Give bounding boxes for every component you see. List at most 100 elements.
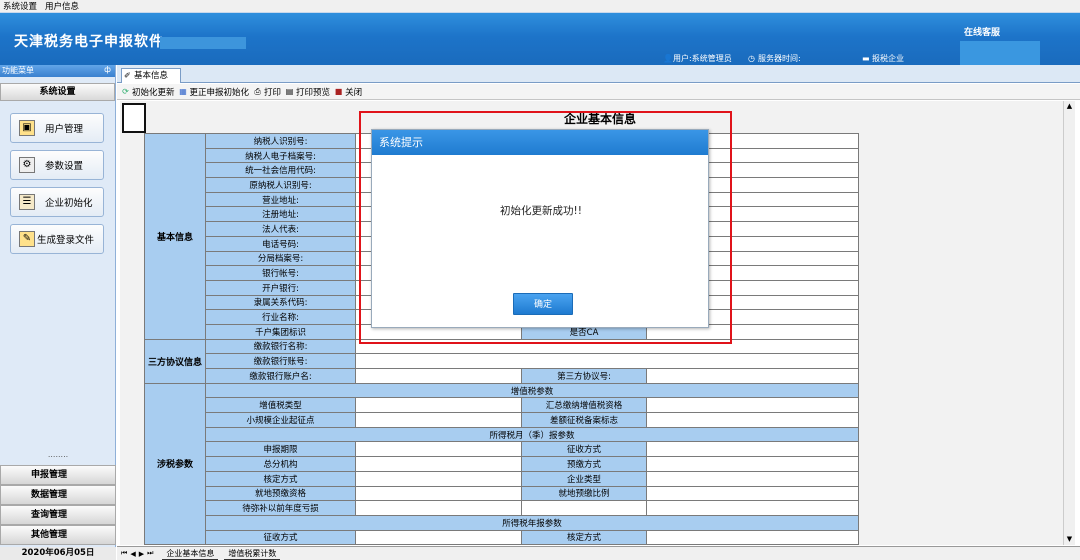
field-value[interactable] xyxy=(646,485,860,502)
sidebar-item-generate-login-file[interactable]: ✎ 生成登录文件 xyxy=(10,224,104,254)
field-value[interactable] xyxy=(355,397,523,414)
sidebar-item-label: 用户管理 xyxy=(45,124,84,135)
table-row: 涉税参数 增值税参数 xyxy=(143,382,860,545)
init-update-button[interactable]: ⟳ 初始化更新 xyxy=(121,86,174,98)
sidebar-item-enterprise-init[interactable]: ☰ 企业初始化 xyxy=(10,187,104,217)
next-sheet-icon[interactable]: ▶ xyxy=(139,550,144,558)
field-label: 核定方式 xyxy=(205,470,357,487)
wrench-icon: ⚙ xyxy=(19,157,35,173)
subsection-header: 所得税月（季）报参数 xyxy=(205,426,860,443)
print-preview-button[interactable]: ▤ 打印预览 xyxy=(285,86,330,98)
user-label: 用户:系统管理员 xyxy=(673,54,732,63)
field-value[interactable] xyxy=(646,456,860,472)
document-icon: ✎ xyxy=(19,231,35,247)
field-value[interactable] xyxy=(355,441,523,458)
field-label: 小规模企业起征点 xyxy=(205,412,357,428)
section-tax-params: 涉税参数 xyxy=(143,382,207,545)
field-label: 申报期限 xyxy=(205,441,357,458)
field-label: 差额征税备案标志 xyxy=(521,412,648,428)
preview-icon: ▤ xyxy=(285,87,294,96)
menu-system-settings[interactable]: 系统设置 xyxy=(3,0,37,12)
field-value[interactable] xyxy=(646,470,860,487)
field-label: 汇总缴纳增值税资格 xyxy=(521,397,648,414)
pin-icon[interactable]: ф xyxy=(104,65,111,77)
pencil-icon: ✐ xyxy=(124,71,131,80)
field-value[interactable] xyxy=(355,529,523,545)
table-row: 核定方式 企业类型 xyxy=(145,470,860,487)
refresh-icon: ⟳ xyxy=(122,87,129,96)
field-label: 银行帐号: xyxy=(205,265,357,281)
field-label: 征收方式 xyxy=(205,529,357,545)
field-value[interactable] xyxy=(355,456,523,472)
field-label: 待弥补以前年度亏损 xyxy=(205,500,357,516)
table-row: 申报期限 征收方式 xyxy=(145,441,860,458)
field-value[interactable] xyxy=(355,412,523,428)
sidebar-section-system[interactable]: 系统设置 xyxy=(0,83,115,101)
field-label: 就地预缴资格 xyxy=(205,485,357,502)
toolbar-label: 关闭 xyxy=(345,87,363,98)
field-label: 缴款银行名称: xyxy=(205,338,357,355)
subsection-header: 所得税年报参数 xyxy=(205,514,860,531)
ok-button[interactable]: 确定 xyxy=(513,293,573,315)
field-value[interactable] xyxy=(355,470,523,487)
section-basic-info: 基本信息 xyxy=(143,133,207,340)
field-value[interactable] xyxy=(355,368,523,384)
field-value[interactable] xyxy=(646,412,860,428)
correction-init-button[interactable]: ▦ 更正申报初始化 xyxy=(179,86,250,98)
close-button[interactable]: ■ 关闭 xyxy=(334,86,362,98)
printer-icon: ⎙ xyxy=(254,87,261,96)
sidebar-item-parameter-settings[interactable]: ⚙ 参数设置 xyxy=(10,150,104,180)
field-label: 注册地址: xyxy=(205,206,357,223)
field-value[interactable] xyxy=(646,500,860,516)
table-row: 征收方式 核定方式 xyxy=(145,529,860,545)
sidebar-section-other[interactable]: 其他管理 xyxy=(0,525,116,545)
table-row: 待弥补以前年度亏损 xyxy=(145,500,860,516)
sheet-corner[interactable] xyxy=(122,103,146,133)
field-value[interactable] xyxy=(355,500,523,516)
server-time: ◷ 服务器时间: xyxy=(748,53,801,64)
clipboard-icon: ☰ xyxy=(19,194,35,210)
current-date: 2020年06月05日 xyxy=(0,547,116,560)
sheet-tab-vat-cumulative[interactable]: 增值税累计数 xyxy=(224,548,281,560)
scroll-down-icon[interactable]: ▼ xyxy=(1064,534,1075,545)
table-row: 所得税月（季）报参数 xyxy=(145,426,860,443)
sidebar-header-label: 功能菜单 xyxy=(2,66,34,75)
field-value[interactable] xyxy=(646,397,860,414)
online-service-link[interactable]: 在线客服 xyxy=(964,25,1000,38)
field-blank xyxy=(521,500,648,516)
first-sheet-icon[interactable]: ⏮ xyxy=(121,549,127,558)
sidebar-section-query[interactable]: 查询管理 xyxy=(0,505,116,525)
field-label: 千户集团标识 xyxy=(205,323,357,340)
toolbar-label: 更正申报初始化 xyxy=(189,87,250,98)
user-info: 👤 用户:系统管理员 xyxy=(663,53,732,64)
prev-sheet-icon[interactable]: ◀ xyxy=(130,550,135,558)
sidebar-item-label: 参数设置 xyxy=(45,161,84,172)
field-value[interactable] xyxy=(646,529,860,545)
toolbar: ⟳ 初始化更新 ▦ 更正申报初始化 ⎙ 打印 ▤ 打印预览 ■ 关闭 xyxy=(117,84,1080,100)
field-label: 预缴方式 xyxy=(521,456,648,472)
field-label: 增值税类型 xyxy=(205,397,357,414)
field-value[interactable] xyxy=(646,441,860,458)
print-button[interactable]: ⎙ 打印 xyxy=(253,86,281,98)
last-sheet-icon[interactable]: ⏭ xyxy=(147,549,153,558)
vertical-scrollbar[interactable]: ▲ ▼ xyxy=(1063,101,1075,545)
table-row: 增值税类型 汇总缴纳增值税资格 xyxy=(145,397,860,414)
sidebar-section-data[interactable]: 数据管理 xyxy=(0,485,116,505)
tripartite-no-value[interactable] xyxy=(646,368,860,384)
sheet-tab-enterprise-info[interactable]: 企业基本信息 xyxy=(162,548,219,560)
table-row: 小规模企业起征点 差额征税备案标志 xyxy=(145,412,860,428)
field-label: 法人代表: xyxy=(205,221,357,237)
scroll-up-icon[interactable]: ▲ xyxy=(1064,101,1075,112)
sidebar-splitter[interactable]: ........ xyxy=(0,450,116,459)
toolbar-label: 打印预览 xyxy=(296,87,331,98)
tab-basic-info[interactable]: ✐ 基本信息 xyxy=(121,68,181,83)
field-label: 电话号码: xyxy=(205,235,357,252)
user-icon: 👤 xyxy=(663,53,673,63)
field-value[interactable] xyxy=(355,485,523,502)
field-label: 分局档案号: xyxy=(205,250,357,267)
sidebar-item-user-management[interactable]: ▣ 用户管理 xyxy=(10,113,104,143)
sheet-tab-bar: ⏮ ◀ ▶ ⏭ 企业基本信息 增值税累计数 xyxy=(117,546,1080,560)
sidebar-section-declaration[interactable]: 申报管理 xyxy=(0,465,116,485)
menu-user-info[interactable]: 用户信息 xyxy=(45,0,79,12)
field-value[interactable] xyxy=(355,353,860,369)
